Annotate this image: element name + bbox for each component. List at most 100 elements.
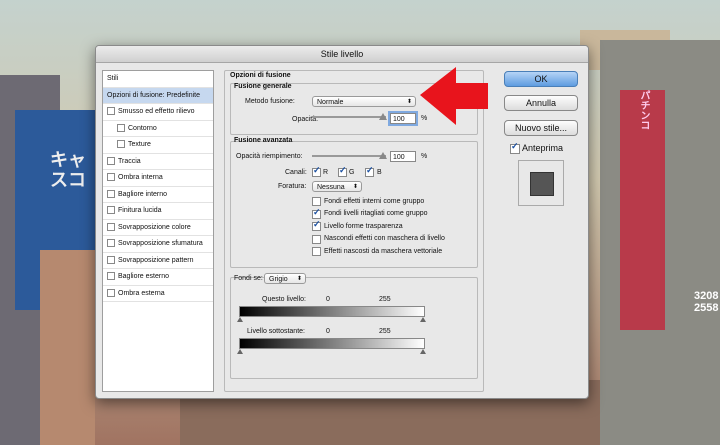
select-arrows-icon: ⬍ bbox=[296, 276, 302, 282]
underlying-layer-black-thumb[interactable] bbox=[237, 349, 243, 354]
advanced-option-checkbox[interactable] bbox=[312, 234, 321, 244]
channel-b-label: B bbox=[377, 169, 382, 176]
advanced-blending-title: Fusione avanzata bbox=[234, 137, 293, 144]
style-item[interactable]: Contorno bbox=[103, 121, 213, 137]
channel-g-checkbox[interactable] bbox=[338, 165, 347, 177]
style-item-checkbox[interactable] bbox=[107, 173, 115, 182]
style-item-checkbox[interactable] bbox=[107, 222, 115, 231]
style-item-label: Contorno bbox=[128, 124, 157, 132]
background-building bbox=[40, 250, 95, 445]
select-arrows-icon: ⬍ bbox=[406, 99, 412, 105]
opacity-slider-thumb[interactable] bbox=[379, 113, 387, 120]
preview-swatch bbox=[530, 172, 554, 196]
style-item-label: Smusso ed effetto rilievo bbox=[118, 108, 195, 115]
channel-g-label: G bbox=[349, 169, 355, 176]
style-item-checkbox[interactable] bbox=[107, 239, 115, 248]
style-item[interactable]: Ombra esterna bbox=[103, 286, 213, 302]
this-layer-max: 255 bbox=[379, 296, 391, 303]
new-style-button[interactable]: Nuovo stile... bbox=[504, 120, 578, 136]
style-item-checkbox[interactable] bbox=[107, 255, 115, 264]
style-item-label: Sovrapposizione pattern bbox=[118, 256, 194, 264]
preview-label: Anteprima bbox=[522, 143, 564, 153]
style-item[interactable]: Stili bbox=[103, 71, 213, 88]
general-blending-title: Fusione generale bbox=[234, 83, 292, 90]
style-item-label: Ombra esterna bbox=[118, 289, 165, 297]
blend-mode-select[interactable]: Normale ⬍ bbox=[312, 96, 416, 107]
style-item-checkbox[interactable] bbox=[107, 189, 115, 198]
style-item-label: Texture bbox=[128, 141, 151, 148]
blend-mode-label: Metodo fusione: bbox=[245, 98, 295, 105]
this-layer-white-thumb[interactable] bbox=[420, 317, 426, 322]
style-item[interactable]: Texture bbox=[103, 137, 213, 154]
style-item-label: Finitura lucida bbox=[118, 207, 162, 214]
style-item-checkbox[interactable] bbox=[117, 123, 125, 132]
fill-opacity-label: Opacità riempimento: bbox=[236, 153, 303, 160]
opacity-input[interactable]: 100 bbox=[390, 113, 416, 124]
advanced-option-label: Livello forme trasparenza bbox=[324, 222, 403, 230]
style-item[interactable]: Ombra interna bbox=[103, 170, 213, 187]
opacity-slider[interactable] bbox=[312, 116, 386, 118]
style-item-checkbox[interactable] bbox=[107, 107, 115, 116]
style-item[interactable]: Traccia bbox=[103, 154, 213, 170]
style-item-checkbox[interactable] bbox=[107, 156, 115, 165]
style-item[interactable]: Sovrapposizione sfumatura bbox=[103, 236, 213, 253]
advanced-option-label: Nascondi effetti con maschera di livello bbox=[324, 235, 445, 243]
blend-if-select[interactable]: Grigio ⬍ bbox=[264, 273, 306, 284]
cancel-button[interactable]: Annulla bbox=[504, 95, 578, 111]
this-layer-label: Questo livello: bbox=[262, 296, 306, 303]
style-item-label: Bagliore interno bbox=[118, 190, 168, 198]
advanced-option-label: Fondi effetti interni come gruppo bbox=[324, 197, 425, 205]
style-item[interactable]: Smusso ed effetto rilievo bbox=[103, 104, 213, 121]
style-item-checkbox[interactable] bbox=[107, 206, 115, 215]
advanced-option-label: Fondi livelli ritagliati come gruppo bbox=[324, 210, 428, 218]
background-sign-right: パチンコ bbox=[638, 90, 649, 130]
channel-b-checkbox[interactable] bbox=[365, 165, 374, 177]
dialog-title: Stile livello bbox=[96, 46, 588, 63]
fill-opacity-input[interactable]: 100 bbox=[390, 151, 416, 162]
advanced-option-checkbox[interactable] bbox=[312, 207, 321, 219]
style-item[interactable]: Sovrapposizione pattern bbox=[103, 253, 213, 269]
ok-button[interactable]: OK bbox=[504, 71, 578, 87]
underlying-layer-gradient bbox=[239, 338, 425, 349]
advanced-option-checkbox[interactable] bbox=[312, 219, 321, 232]
style-item[interactable]: Sovrapposizione colore bbox=[103, 220, 213, 236]
background-sign-number: 3208 2558 bbox=[694, 290, 719, 314]
channel-r-checkbox[interactable] bbox=[312, 165, 321, 177]
style-item-checkbox[interactable] bbox=[107, 288, 115, 297]
blend-if-label: Fondi se: bbox=[234, 275, 263, 282]
style-item-label: Traccia bbox=[118, 157, 141, 165]
style-item[interactable]: Finitura lucida bbox=[103, 203, 213, 220]
style-item[interactable]: Opzioni di fusione: Predefinite bbox=[103, 87, 213, 104]
style-item[interactable]: Bagliore esterno bbox=[103, 269, 213, 286]
layer-style-dialog: Stile livello Stili Opzioni di fusione: P… bbox=[95, 45, 589, 399]
blend-mode-value: Normale bbox=[317, 99, 344, 106]
advanced-option-label: Effetti nascosti da maschera vettoriale bbox=[324, 247, 443, 255]
background-sign-left: キャスコ bbox=[50, 150, 86, 190]
fill-opacity-unit: % bbox=[421, 153, 428, 160]
underlying-layer-max: 255 bbox=[379, 328, 391, 335]
style-item-label: Sovrapposizione colore bbox=[118, 223, 191, 231]
preview-checkbox[interactable] bbox=[510, 141, 520, 154]
channel-r-label: R bbox=[323, 169, 329, 176]
knockout-value: Nessuna bbox=[317, 184, 345, 191]
style-preview bbox=[518, 160, 564, 206]
fill-opacity-slider[interactable] bbox=[312, 155, 386, 157]
advanced-option-checkbox[interactable] bbox=[312, 247, 321, 257]
knockout-select[interactable]: Nessuna ⬍ bbox=[312, 181, 362, 192]
this-layer-min: 0 bbox=[326, 296, 330, 303]
underlying-layer-white-thumb[interactable] bbox=[420, 349, 426, 354]
section-title: Opzioni di fusione bbox=[230, 72, 291, 79]
style-item-label: Ombra interna bbox=[118, 174, 163, 181]
style-item-label: Stili bbox=[107, 75, 119, 82]
advanced-option-checkbox[interactable] bbox=[312, 197, 321, 206]
style-item-checkbox[interactable] bbox=[117, 140, 125, 149]
knockout-label: Foratura: bbox=[278, 183, 307, 190]
blend-if-value: Grigio bbox=[269, 276, 288, 283]
channels-label: Canali: bbox=[285, 169, 307, 176]
fill-opacity-slider-thumb[interactable] bbox=[379, 152, 387, 159]
style-item[interactable]: Bagliore interno bbox=[103, 187, 213, 203]
style-item-checkbox[interactable] bbox=[107, 272, 115, 281]
style-item-label: Sovrapposizione sfumatura bbox=[118, 240, 203, 247]
this-layer-black-thumb[interactable] bbox=[237, 317, 243, 322]
select-arrows-icon: ⬍ bbox=[352, 184, 358, 190]
